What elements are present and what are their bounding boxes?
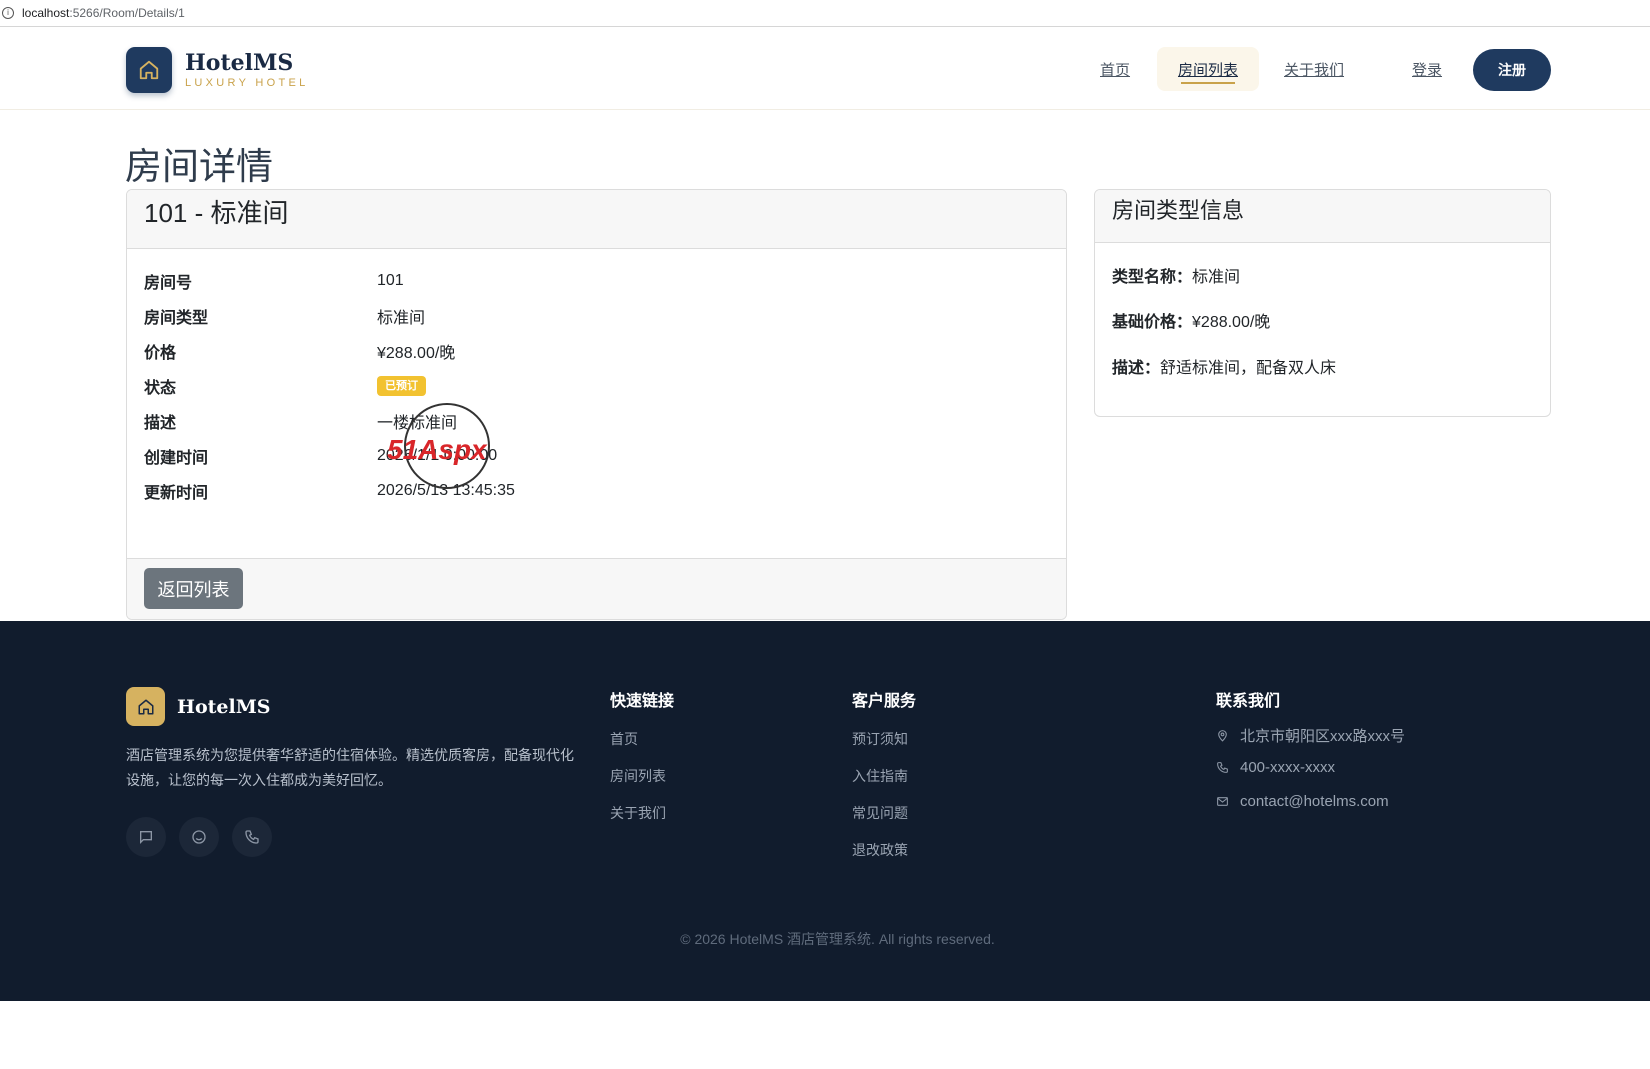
type-label: 描述： [1112,360,1161,377]
detail-label: 价格 [144,345,177,362]
home-icon [126,47,172,93]
site-header: HotelMS LUXURY HOTEL 首页 房间列表 关于我们 登录 注册 [0,31,1650,110]
detail-value: 101 [377,272,404,289]
contact-phone: 400-xxxx-xxxx [1216,759,1335,776]
room-type-title: 房间类型信息 [1112,198,1245,223]
nav-item-about[interactable]: 关于我们 [1284,47,1344,91]
type-name-row: 类型名称：标准间 [1112,263,1240,287]
email-text: contact@hotelms.com [1240,793,1389,810]
type-value: 标准间 [1192,269,1241,286]
type-value: 舒适标准间，配备双人床 [1160,360,1337,377]
footer-link-booking-notice[interactable]: 预订须知 [852,729,908,749]
brand-name: HotelMS [185,49,294,76]
quick-links-title: 快速链接 [610,693,675,710]
detail-value: 2026/1/1 0:00:00 [377,447,498,464]
type-label: 基础价格： [1112,314,1193,331]
detail-row-room-type: 房间类型 标准间 [144,301,425,331]
detail-row-room-number: 房间号 101 [144,266,404,296]
home-icon [126,687,165,726]
detail-label: 描述 [144,415,177,432]
card-header: 房间类型信息 [1095,190,1550,243]
brand-tagline: LUXURY HOTEL [185,76,309,89]
detail-value: 2026/5/13 13:45:35 [377,482,515,499]
detail-label: 状态 [144,380,177,397]
footer-link-faq[interactable]: 常见问题 [852,803,908,823]
footer-description: 酒店管理系统为您提供奢华舒适的住宿体验。精选优质客房，配备现代化设施，让您的每一… [126,747,574,788]
nav-item-rooms[interactable]: 房间列表 [1157,47,1259,91]
detail-row-updated: 更新时间 2026/5/13 13:45:35 [144,476,515,506]
copyright: © 2026 HotelMS 酒店管理系统. All rights reserv… [680,931,995,947]
footer-brand-name: HotelMS [177,695,271,718]
detail-label: 房间号 [144,275,193,292]
nav-link-home[interactable]: 首页 [1100,59,1130,80]
detail-value: 一楼标准间 [377,415,458,432]
detail-row-description: 描述 一楼标准间 [144,406,457,436]
contact-email: contact@hotelms.com [1216,793,1389,810]
footer-link-refund-policy[interactable]: 退改政策 [852,840,908,860]
smile-icon[interactable] [179,817,219,857]
nav-item-login[interactable]: 登录 [1412,47,1442,91]
detail-label: 房间类型 [144,310,209,327]
card-footer: 返回列表 [127,558,1066,619]
phone-icon [1217,762,1228,773]
detail-value: 标准间 [377,310,426,327]
detail-label: 更新时间 [144,485,209,502]
page-title: 房间详情 [125,146,273,187]
mail-icon [1217,797,1228,806]
type-label: 类型名称： [1112,269,1193,286]
room-details-card: 101 - 标准间 房间号 101 房间类型 标准间 价格 ¥288.00/晚 … [126,189,1067,620]
location-icon [1218,730,1227,742]
room-title: 101 - 标准间 [144,198,289,228]
footer-link-rooms[interactable]: 房间列表 [610,766,666,786]
footer-link-about[interactable]: 关于我们 [610,803,666,823]
base-price-row: 基础价格：¥288.00/晚 [1112,308,1270,332]
status-badge: 已预订 [377,376,426,396]
social-links [126,817,285,857]
footer-link-checkin-guide[interactable]: 入住指南 [852,766,908,786]
chat-icon[interactable] [126,817,166,857]
active-indicator [1181,82,1235,84]
contact-address: 北京市朝阳区xxx路xxx号 [1216,725,1405,746]
back-to-list-button[interactable]: 返回列表 [144,568,243,609]
brand[interactable]: HotelMS LUXURY HOTEL [126,47,309,93]
address-text: 北京市朝阳区xxx路xxx号 [1240,728,1406,745]
nav-link-rooms[interactable]: 房间列表 [1178,59,1238,80]
footer-brand: HotelMS [126,687,270,726]
phone-icon[interactable] [232,817,272,857]
phone-text: 400-xxxx-xxxx [1240,759,1336,776]
site-footer: HotelMS 酒店管理系统为您提供奢华舒适的住宿体验。精选优质客房，配备现代化… [0,621,1650,1001]
browser-address-bar[interactable]: i localhost:5266/Room/Details/1 [0,0,1650,27]
customer-service-title: 客户服务 [852,693,917,710]
detail-label: 创建时间 [144,450,209,467]
detail-row-created: 创建时间 2026/1/1 0:00:00 [144,441,497,471]
card-header: 101 - 标准间 [127,190,1066,249]
room-type-card: 房间类型信息 类型名称：标准间 基础价格：¥288.00/晚 描述：舒适标准间，… [1094,189,1551,417]
url-path: :5266/Room/Details/1 [69,6,185,20]
register-button[interactable]: 注册 [1473,49,1551,91]
detail-row-price: 价格 ¥288.00/晚 [144,336,455,366]
nav-item-home[interactable]: 首页 [1100,47,1130,91]
url-host: localhost [22,6,70,20]
login-link[interactable]: 登录 [1412,59,1442,80]
type-description-row: 描述：舒适标准间，配备双人床 [1112,354,1336,378]
nav-link-about[interactable]: 关于我们 [1284,59,1344,80]
info-icon[interactable]: i [2,7,14,19]
type-value: ¥288.00/晚 [1192,314,1271,331]
contact-title: 联系我们 [1216,693,1281,710]
detail-row-status: 状态 已预订 [144,371,426,401]
detail-value: ¥288.00/晚 [377,345,456,362]
footer-link-home[interactable]: 首页 [610,729,638,749]
